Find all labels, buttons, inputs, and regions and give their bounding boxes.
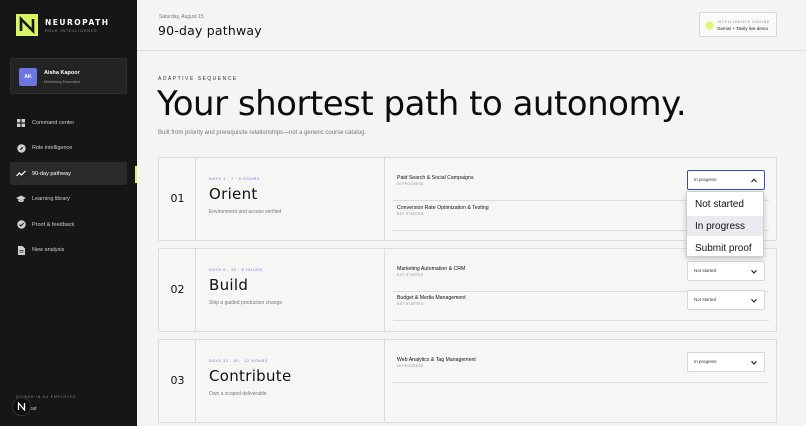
course-name: Marketing Automation & CRM <box>397 266 466 272</box>
course-name: Paid Search & Social Campaigns <box>397 175 474 181</box>
status-select-value: In progress <box>694 177 717 182</box>
document-icon <box>16 245 26 255</box>
status-select[interactable]: In progress <box>687 352 765 372</box>
course-status: IN PROGRESS <box>397 182 424 186</box>
course-row: Marketing Automation & CRM NOT STARTED N… <box>393 261 769 292</box>
phase-description: Own a scoped deliverable <box>209 391 267 397</box>
brand[interactable]: NEUROPATH ROLE INTELLIGENCE <box>16 14 110 36</box>
status-select[interactable]: In progress <box>687 170 765 190</box>
user-name: Aisha Kapoor <box>44 70 80 76</box>
section-eyebrow: ADAPTIVE SEQUENCE <box>158 76 238 82</box>
status-select[interactable]: Not started <box>687 261 765 281</box>
dropdown-option-not-started[interactable]: Not started <box>687 194 763 214</box>
phase-description: Ship a guided production change <box>209 300 283 306</box>
sidebar-item-label: 90-day pathway <box>32 170 71 177</box>
sidebar-item-label: New analysis <box>32 247 65 254</box>
dropdown-option-submit-proof[interactable]: Submit proof <box>687 238 763 258</box>
phase-card-build: 02 DAYS 8 - 30 · 8 HOURS Build Ship a gu… <box>158 248 777 332</box>
sidebar-item-command-center[interactable]: Command center <box>10 111 127 134</box>
header-date: Saturday, August 15 <box>159 14 204 20</box>
intelligence-engine-badge: INTELLIGENCE ENGINE Gemini + Tavily live… <box>699 12 777 37</box>
chevron-up-icon <box>751 178 757 183</box>
sidebar-nav: Command center Role intelligence 90-day … <box>10 111 127 265</box>
course-status: NOT STARTED <box>397 212 424 216</box>
sidebar-item-new-analysis[interactable]: New analysis <box>10 239 127 262</box>
phase-number: 02 <box>170 283 185 296</box>
hero-title: Your shortest path to autonomy. <box>157 84 687 124</box>
phase-number: 01 <box>170 192 185 205</box>
course-name: Budget & Media Management <box>397 295 466 301</box>
sidebar-item-label: Learning library <box>32 196 70 203</box>
status-dropdown-menu: Not started In progress Submit proof <box>686 191 764 257</box>
n-logo-icon <box>17 402 26 411</box>
trend-icon <box>16 169 26 179</box>
compass-icon <box>16 143 26 153</box>
status-select-value: Not started <box>694 268 717 273</box>
chevron-down-icon <box>751 298 757 303</box>
user-role: Marketing Executive <box>44 79 81 84</box>
phase-meta: DAYS 8 - 30 · 8 HOURS <box>209 268 263 272</box>
status-dot-icon <box>706 22 713 29</box>
phase-name: Build <box>209 276 249 294</box>
phase-meta: DAYS 31 - 60 · 12 HOURS <box>209 359 269 363</box>
engine-label: INTELLIGENCE ENGINE <box>717 20 770 24</box>
engine-value: Gemini + Tavily live demo <box>717 26 769 31</box>
sidebar-item-90-day-pathway[interactable]: 90-day pathway <box>10 162 127 186</box>
status-select-value: Not started <box>694 297 717 302</box>
phase-name: Orient <box>209 185 258 203</box>
hero-subtitle: Built from priority and prerequisite rel… <box>158 130 367 136</box>
page-header: Saturday, August 15 90-day pathway INTEL… <box>137 0 806 51</box>
sidebar: NEUROPATH ROLE INTELLIGENCE AK Aisha Kap… <box>0 0 137 426</box>
chevron-down-icon <box>751 360 757 365</box>
neuropath-logo <box>16 14 38 36</box>
n-badge[interactable] <box>12 397 31 416</box>
phase-card-orient: 01 DAYS 1 - 7 · 6 HOURS Orient Environme… <box>158 157 777 241</box>
course-name: Web Analytics & Tag Management <box>397 357 476 363</box>
page-title: 90-day pathway <box>158 23 262 38</box>
course-name: Conversion Rate Optimization & Testing <box>397 205 489 211</box>
course-row: Budget & Media Management NOT STARTED No… <box>393 290 769 321</box>
phase-meta: DAYS 1 - 7 · 6 HOURS <box>209 177 260 181</box>
sidebar-item-label: Proof & feedback <box>32 221 75 228</box>
sidebar-item-label: Command center <box>32 119 75 126</box>
dropdown-option-in-progress[interactable]: In progress <box>687 216 763 236</box>
phase-description: Environment and access verified <box>209 209 282 215</box>
brand-name: NEUROPATH <box>45 17 110 27</box>
status-select[interactable]: Not started <box>687 290 765 310</box>
chevron-down-icon <box>751 269 757 274</box>
sidebar-item-label: Role intelligence <box>32 145 73 152</box>
status-select-value: In progress <box>694 359 717 364</box>
phase-number: 03 <box>170 374 185 387</box>
sidebar-item-role-intelligence[interactable]: Role intelligence <box>10 137 127 160</box>
phase-card-contribute: 03 DAYS 31 - 60 · 12 HOURS Contribute Ow… <box>158 339 777 423</box>
sidebar-item-proof-feedback[interactable]: Proof & feedback <box>10 213 127 236</box>
check-circle-icon <box>16 220 26 230</box>
sidebar-item-learning-library[interactable]: Learning library <box>10 188 127 211</box>
course-row: Web Analytics & Tag Management IN PROGRE… <box>393 352 769 383</box>
avatar: AK <box>19 68 37 86</box>
brand-tagline: ROLE INTELLIGENCE <box>45 28 98 33</box>
course-status: IN PROGRESS <box>397 364 424 368</box>
user-card[interactable]: AK Aisha Kapoor Marketing Executive <box>10 58 127 94</box>
course-status: NOT STARTED <box>397 302 424 306</box>
grid-icon <box>16 118 26 128</box>
phase-name: Contribute <box>209 367 292 385</box>
graduation-cap-icon <box>16 194 26 204</box>
active-nav-marker <box>135 166 137 183</box>
course-status: NOT STARTED <box>397 273 424 277</box>
